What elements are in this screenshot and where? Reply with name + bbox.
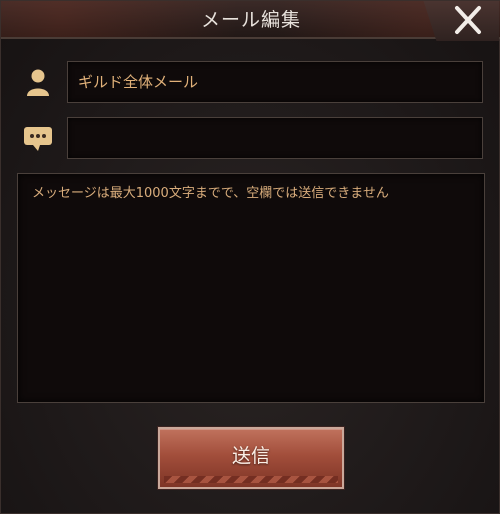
send-button-stripe	[164, 476, 338, 483]
dialog-title: メール編集	[200, 9, 301, 31]
message-input[interactable]: メッセージは最大1000文字までで、空欄では送信できません	[17, 173, 485, 403]
mail-edit-dialog: メール編集 ギルド全体メール メッセージは最大1000文字までで、空欄では送信で…	[0, 0, 500, 514]
person-icon	[23, 67, 53, 97]
close-icon	[455, 6, 481, 34]
message-placeholder: メッセージは最大1000文字までで、空欄では送信できません	[32, 186, 389, 201]
send-button[interactable]: 送信	[158, 427, 344, 489]
subject-field[interactable]	[67, 117, 483, 159]
chat-bubble-icon	[23, 123, 53, 153]
close-button[interactable]	[451, 4, 485, 36]
recipient-field[interactable]: ギルド全体メール	[67, 61, 483, 103]
send-button-label: 送信	[231, 445, 270, 467]
